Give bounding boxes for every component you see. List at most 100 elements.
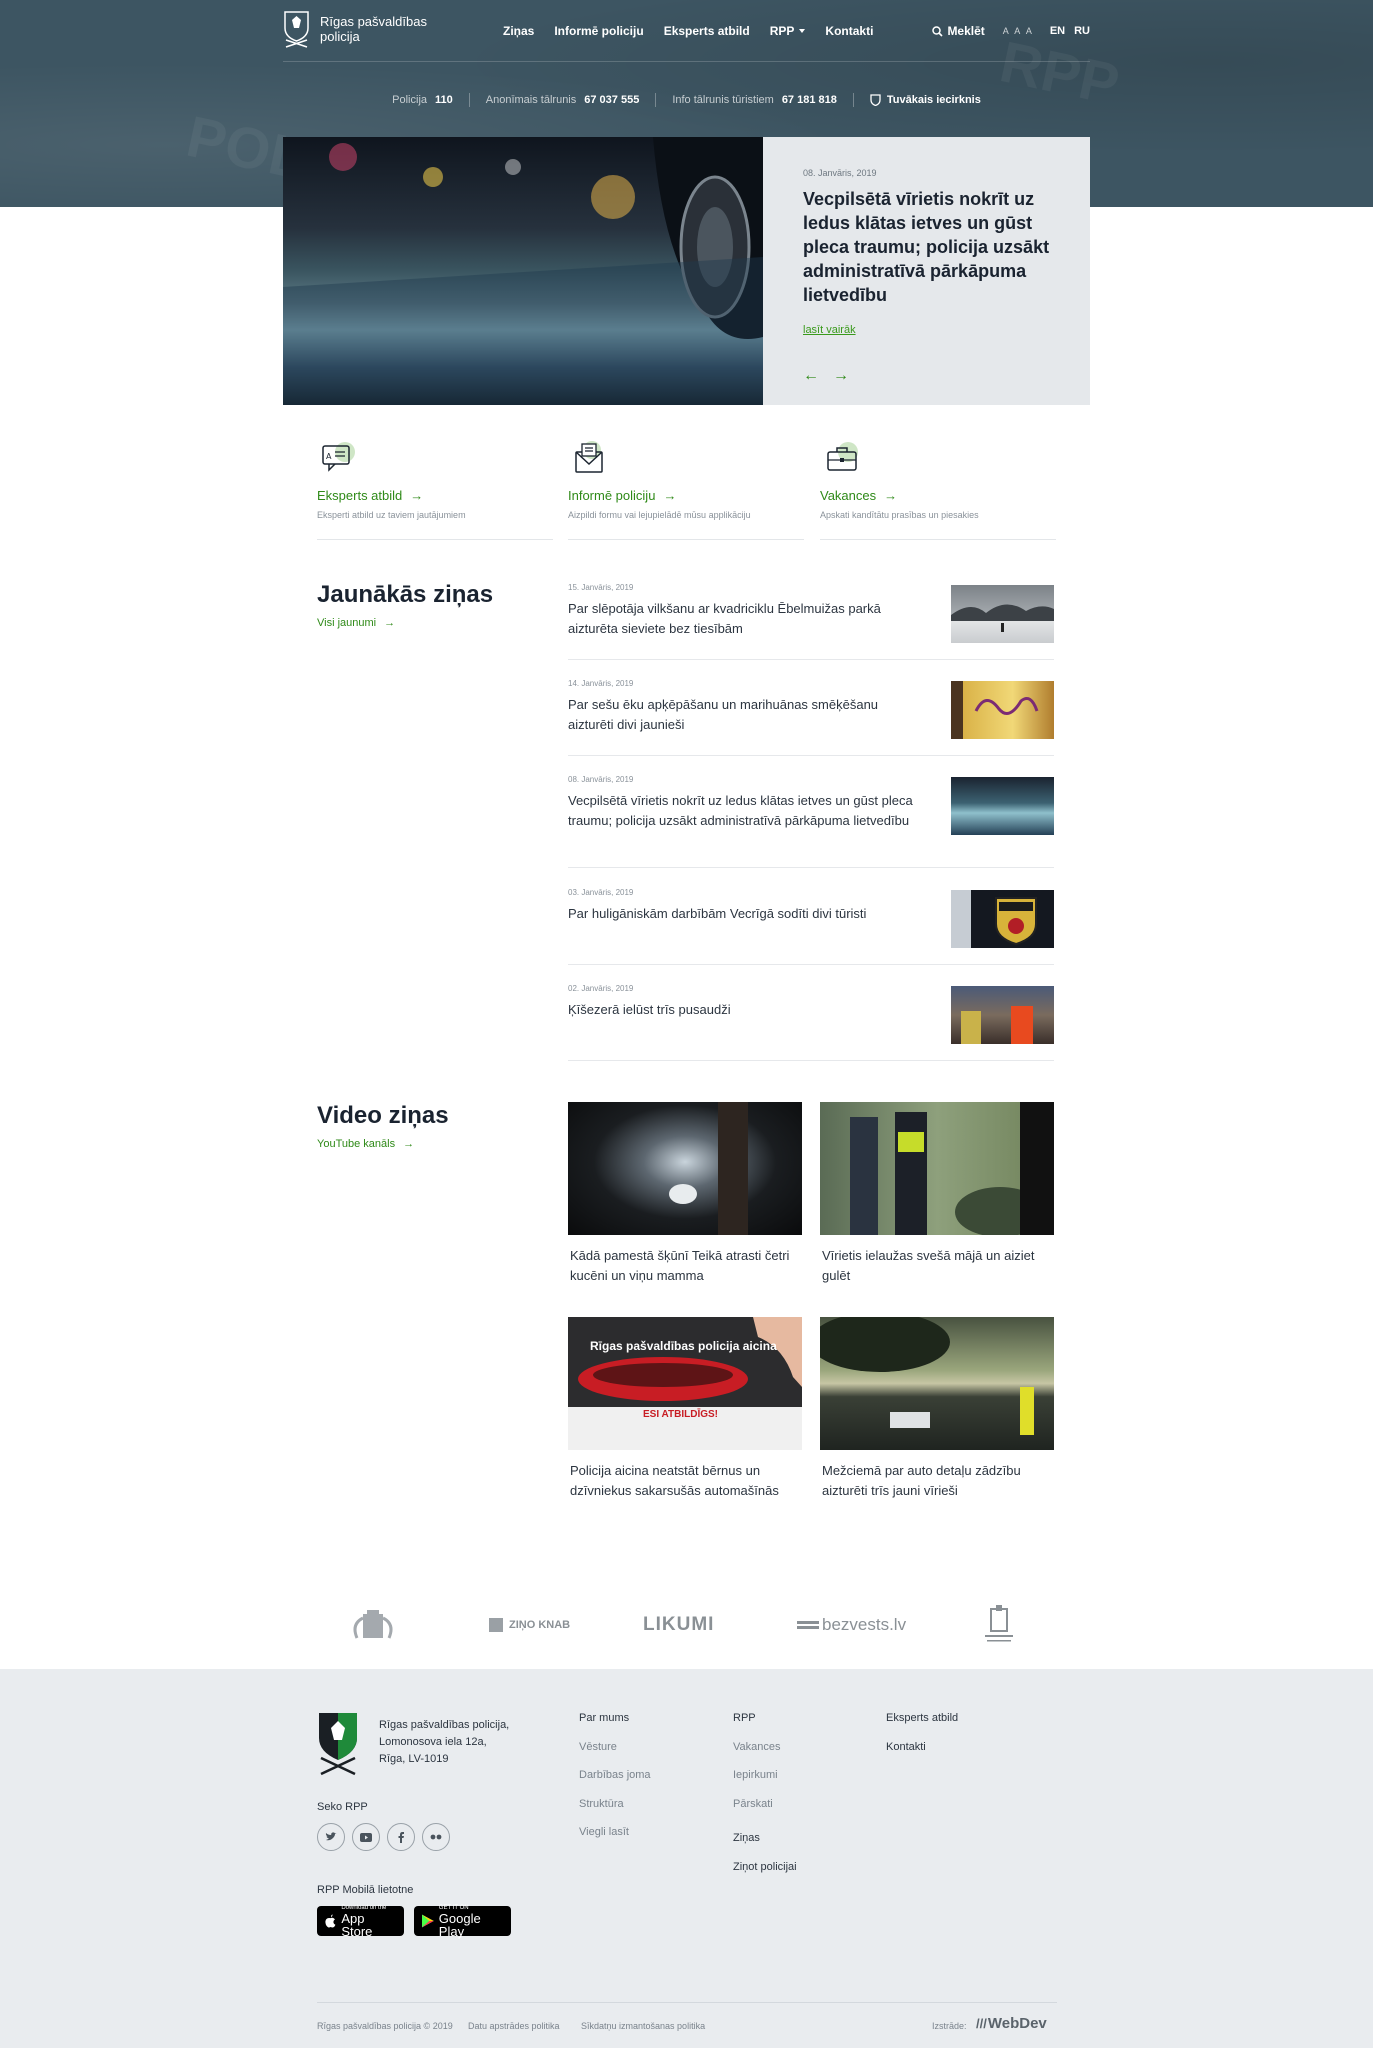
google-play-badge[interactable]: GET IT ON Google Play: [414, 1905, 511, 1938]
news-title: Par sešu ēku apķēpāšanu un marihuānas sm…: [568, 697, 879, 732]
footer-link[interactable]: Iepirkumi: [733, 1769, 797, 1798]
site-logo[interactable]: Rīgas pašvaldības policija: [283, 10, 430, 48]
info-bar: Policija 110 Anonīmais tālrunis 67 037 555…: [0, 93, 1373, 107]
lang-ru[interactable]: RU: [1074, 25, 1090, 37]
youtube-icon[interactable]: [352, 1823, 380, 1851]
youtube-channel-link[interactable]: YouTube kanāls →: [317, 1138, 414, 1150]
menu-item-news[interactable]: Ziņas: [503, 24, 534, 38]
video-card[interactable]: Rīgas pašvaldības policija aicina ESI AT…: [568, 1317, 802, 1501]
news-item[interactable]: 08. Janvāris, 2019 Vecpilsētā vīrietis n…: [568, 775, 1054, 868]
arrow-right-icon: →: [403, 1138, 415, 1150]
hero-card: 08. Janvāris, 2019 Vecpilsētā vīrietis n…: [763, 137, 1090, 405]
menu-item-contacts[interactable]: Kontakti: [825, 24, 873, 38]
city-emblem-icon: [985, 1605, 1013, 1642]
top-navigation: Rīgas pašvaldības policija Ziņas Informē…: [283, 10, 1090, 60]
hero-title[interactable]: Vecpilsētā vīrietis nokrīt uz ledus klāt…: [803, 187, 1063, 307]
social-links: [317, 1823, 457, 1851]
all-news-link[interactable]: Visi jaunumi →: [317, 617, 395, 629]
hero-slider: 08. Janvāris, 2019 Vecpilsētā vīrietis n…: [283, 137, 1090, 405]
news-date: 08. Janvāris, 2019: [568, 775, 634, 784]
footer-link[interactable]: Ziņot policijai: [733, 1861, 797, 1890]
footer-link[interactable]: Kontakti: [886, 1741, 958, 1770]
menu-item-expert[interactable]: Eksperts atbild: [664, 24, 750, 38]
news-item[interactable]: 15. Janvāris, 2019 Par slēpotāja vilkšan…: [568, 583, 1054, 660]
news-thumbnail: [951, 890, 1054, 948]
cookie-policy-link[interactable]: Sīkdatņu izmantošanas politika: [581, 2021, 705, 2031]
arrow-right-icon[interactable]: →: [833, 367, 849, 385]
news-title: Ķīšezerā ielūst trīs pusaudži: [568, 1002, 731, 1017]
menu-item-report[interactable]: Informē policiju: [554, 24, 643, 38]
header-tools: Meklēt A A A EN RU: [932, 24, 1090, 38]
service-desc: Aizpildi formu vai lejupielādē mūsu appl…: [568, 510, 751, 520]
partner-logo-bezvests[interactable]: bezvests.lv: [797, 1605, 906, 1645]
partners-strip: ZIŅO KNAB LIKUMI bezvests.lv: [317, 1605, 1057, 1645]
footer-link[interactable]: Eksperts atbild: [886, 1712, 958, 1741]
privacy-policy-link[interactable]: Datu apstrādes politika: [468, 2021, 560, 2031]
logo-text: Rīgas pašvaldības policija: [320, 14, 427, 44]
lang-en[interactable]: EN: [1050, 25, 1065, 37]
footer-link[interactable]: Vēsture: [579, 1741, 651, 1770]
news-date: 03. Janvāris, 2019: [568, 888, 634, 897]
service-expert[interactable]: A Eksperts atbild → Eksperti atbild uz ta…: [317, 440, 553, 540]
footer-address: Rīgas pašvaldības policija, Lomonosova i…: [379, 1719, 510, 1765]
news-section-title: Jaunākās ziņas: [317, 581, 494, 608]
footer-link[interactable]: Pārskati: [733, 1798, 797, 1827]
footer-link[interactable]: Struktūra: [579, 1798, 651, 1827]
svg-text:A: A: [326, 452, 332, 461]
service-title: Eksperts atbild: [317, 488, 403, 503]
footer-link[interactable]: Viegli lasīt: [579, 1826, 651, 1855]
video-card[interactable]: Vīrietis ielaužas svešā mājā un aiziet g…: [820, 1102, 1054, 1286]
partner-logo-riga-city[interactable]: [977, 1605, 1021, 1645]
video-card[interactable]: Kādā pamestā šķūnī Teikā atrasti četri k…: [568, 1102, 802, 1286]
nearest-station-link[interactable]: Tuvākais iecirknis: [854, 94, 997, 106]
twitter-icon[interactable]: [317, 1823, 345, 1851]
info-anonymous[interactable]: Anonīmais tālrunis 67 037 555: [470, 94, 656, 106]
video-overlay-badge: ESI ATBILDĪGS!: [643, 1409, 718, 1420]
service-report[interactable]: Informē policiju → Aizpildi formu vai lej…: [568, 440, 804, 540]
partner-logo-riga-coat[interactable]: [347, 1605, 399, 1645]
arrow-right-icon: →: [884, 488, 898, 503]
info-tourists[interactable]: Info tālrunis tūristiem 67 181 818: [656, 94, 853, 106]
news-thumbnail: [951, 986, 1054, 1044]
footer-divider: [317, 2002, 1057, 2003]
menu-item-rpp[interactable]: RPP: [770, 24, 806, 38]
news-item[interactable]: 14. Janvāris, 2019 Par sešu ēku apķēpāša…: [568, 679, 1054, 756]
footer-link[interactable]: Darbības joma: [579, 1769, 651, 1798]
hero-date: 08. Janvāris, 2019: [803, 168, 877, 178]
service-title: Vakances: [820, 488, 877, 503]
footer-link[interactable]: Vakances: [733, 1741, 797, 1770]
font-size-toggle[interactable]: A A A: [1003, 26, 1034, 36]
partner-logo-likumi[interactable]: LIKUMI: [643, 1605, 714, 1645]
footer-link[interactable]: Par mums: [579, 1712, 651, 1741]
arrow-left-icon[interactable]: ←: [803, 367, 819, 385]
partner-logo-knab[interactable]: ZIŅO KNAB: [489, 1605, 570, 1645]
video-card[interactable]: Mežciemā par auto detaļu zādzību aizturē…: [820, 1317, 1054, 1501]
info-police[interactable]: Policija 110: [376, 94, 469, 106]
footer-link[interactable]: Ziņas: [733, 1832, 797, 1861]
footer-column-rpp: RPP Vakances Iepirkumi Pārskati Ziņas Zi…: [733, 1712, 797, 1889]
news-date: 15. Janvāris, 2019: [568, 583, 634, 592]
copyright: Rīgas pašvaldības policija © 2019: [317, 2021, 453, 2031]
news-item[interactable]: 03. Janvāris, 2019 Par huligāniskām darb…: [568, 888, 1054, 965]
service-vacancies[interactable]: Vakances → Apskati kandītātu prasības un …: [820, 440, 1056, 540]
footer-logo[interactable]: [317, 1710, 359, 1781]
footer-column-about: Par mums Vēsture Darbības joma Struktūra…: [579, 1712, 651, 1855]
main-menu: Ziņas Informē policiju Eksperts atbild R…: [503, 24, 893, 38]
video-section-title: Video ziņas: [317, 1102, 449, 1129]
search-label: Meklēt: [947, 24, 985, 38]
footer-column-contacts: Eksperts atbild Kontakti: [886, 1712, 958, 1769]
chat-icon: A: [322, 442, 355, 472]
news-item[interactable]: 02. Janvāris, 2019 Ķīšezerā ielūst trīs …: [568, 984, 1054, 1061]
read-more-link[interactable]: lasīt vairāk: [803, 324, 856, 336]
news-title: Par huligāniskām darbībām Vecrīgā sodīti…: [568, 906, 867, 921]
footer-link[interactable]: RPP: [733, 1712, 797, 1741]
hero-image[interactable]: [283, 137, 763, 405]
service-desc: Apskati kandītātu prasības un piesakies: [820, 510, 979, 520]
search-button[interactable]: Meklēt: [932, 24, 985, 38]
facebook-icon[interactable]: [387, 1823, 415, 1851]
webdev-logo[interactable]: ///WebDev: [976, 2015, 1047, 2032]
app-store-badge[interactable]: Download on the App Store: [317, 1905, 404, 1938]
video-title: Policija aicina neatstāt bērnus un dzīvn…: [570, 1463, 779, 1498]
flickr-icon[interactable]: [422, 1823, 450, 1851]
bezvests-icon: [797, 1621, 819, 1629]
